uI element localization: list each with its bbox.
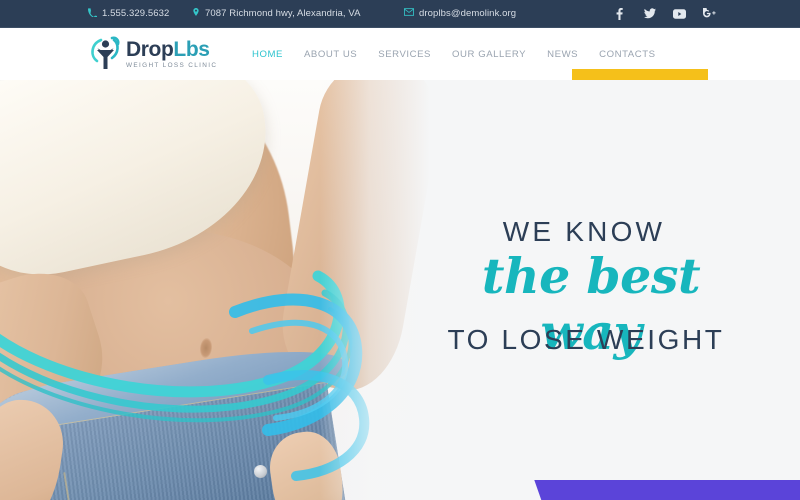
top-info-bar: 1.555.329.5632 7087 Richmond hwy, Alexan…	[0, 0, 800, 28]
nav-item-services[interactable]: SERVICES	[378, 49, 431, 60]
logo-name-part2: Lbs	[173, 37, 210, 61]
hero-headline: WE KNOW the best way TO LOSE WEIGHT	[430, 80, 800, 500]
nav-item-about-us[interactable]: ABOUT US	[304, 49, 357, 60]
hero-slider: WE KNOW the best way TO LOSE WEIGHT + Vi…	[0, 80, 800, 500]
logo-name-part1: Drop	[126, 37, 174, 61]
social-links	[613, 0, 716, 28]
headline-line-3: TO LOSE WEIGHT	[447, 324, 725, 355]
nav-item-home[interactable]: HOME	[252, 49, 283, 60]
site-header: DropLbs WEIGHT LOSS CLINIC HOME ABOUT US…	[0, 28, 800, 98]
googleplus-icon[interactable]	[703, 7, 716, 20]
photo-edge-fade	[320, 80, 430, 500]
nav-item-contacts[interactable]: CONTACTS	[599, 49, 655, 60]
topbar-phone[interactable]: 1.555.329.5632	[88, 0, 169, 28]
twitter-icon[interactable]	[643, 7, 656, 20]
page-root: 1.555.329.5632 7087 Richmond hwy, Alexan…	[0, 0, 800, 500]
person-swoosh-logo-icon	[88, 33, 122, 73]
nav-item-news[interactable]: NEWS	[547, 49, 578, 60]
topbar-phone-text: 1.555.329.5632	[102, 8, 170, 19]
hero-photo	[0, 80, 430, 500]
logo[interactable]: DropLbs WEIGHT LOSS CLINIC	[88, 33, 217, 73]
logo-tagline: WEIGHT LOSS CLINIC	[126, 61, 218, 69]
topbar-address[interactable]: 7087 Richmond hwy, Alexandria, VA	[192, 0, 361, 28]
youtube-icon[interactable]	[673, 7, 686, 20]
phone-icon	[88, 7, 98, 20]
logo-name: DropLbs	[126, 39, 217, 60]
nav-item-our-gallery[interactable]: OUR GALLERY	[452, 49, 526, 60]
headline-line-1: WE KNOW	[502, 216, 666, 247]
facebook-icon[interactable]	[613, 7, 626, 20]
photo-jeans-button	[254, 465, 267, 478]
topbar-email-text: droplbs@demolink.org	[419, 8, 517, 19]
topbar-address-text: 7087 Richmond hwy, Alexandria, VA	[205, 8, 361, 19]
visual-editor-badge-text: + Visual Editor & SEO Tools	[508, 484, 800, 500]
location-pin-icon	[192, 7, 200, 20]
envelope-icon	[404, 8, 414, 19]
topbar-email[interactable]: droplbs@demolink.org	[404, 0, 516, 28]
